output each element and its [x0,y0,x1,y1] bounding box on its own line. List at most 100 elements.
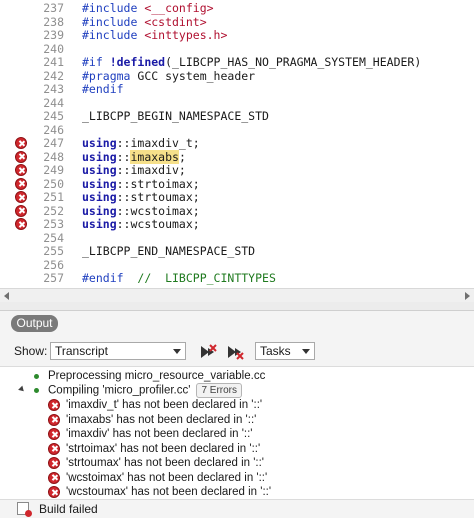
code-line[interactable]: 256 [0,257,474,273]
status-bar: Build failed [0,499,474,518]
scroll-right-icon[interactable] [465,292,470,300]
code-line[interactable]: 241 #if !defined(_LIBCPP_HAS_NO_PRAGMA_SY… [0,55,474,70]
error-message: 'strtoumax' has not been declared in '::… [66,457,265,469]
error-icon[interactable] [15,150,27,163]
list-item-text: Compiling 'micro_profiler.cc' [48,384,191,397]
error-message: 'wcstoumax' has not been declared in '::… [66,486,272,498]
show-select[interactable]: Transcript [50,342,186,360]
code-text: using::imaxabs; [82,149,186,165]
error-message: 'wcstoimax' has not been declared in '::… [66,471,268,484]
show-select-value: Transcript [55,344,108,358]
code-token: _LIBCPP_END_NAMESPACE_STD [82,244,256,258]
error-icon[interactable] [15,137,27,149]
code-line[interactable]: 237 #include <__config> [0,1,474,16]
error-icon[interactable] [15,191,27,203]
code-line[interactable]: 242 #pragma GCC system_header [0,68,474,84]
code-token: // LIBCPP_CINTTYPES [137,271,276,285]
code-line[interactable]: 244 [0,96,474,111]
error-row[interactable]: 'wcstoimax' has not been declared in '::… [0,471,474,485]
status-icon [34,388,39,393]
code-token: GCC system_header [137,68,256,83]
code-line[interactable]: 249 using::imaxdiv; [0,163,474,178]
code-line[interactable]: 248 using::imaxabs; [0,149,474,165]
tasks-select[interactable]: Tasks [255,342,315,360]
code-token: ; [178,149,186,164]
line-number: 238 [43,14,64,29]
expand-arrow-icon[interactable] [18,385,26,394]
code-line[interactable]: 239 #include <inttypes.h> [0,28,474,43]
code-token: using [82,176,117,191]
error-row[interactable]: 'imaxabs' has not been declared in '::' [0,413,474,427]
code-token: #endif [82,82,124,96]
code-text: using::imaxdiv; [82,163,186,178]
output-tree[interactable]: Preprocessing micro_resource_variable.cc… [0,366,474,500]
code-line[interactable]: 251 using::strtoumax; [0,190,474,205]
code-token: #pragma [82,68,138,83]
error-icon [48,399,60,411]
line-number: 255 [43,244,64,258]
code-line[interactable]: 252 using::wcstoimax; [0,204,474,219]
list-item[interactable]: Compiling 'micro_profiler.cc' 7 Errors [0,383,474,398]
info-icon [34,374,39,379]
error-row[interactable]: 'strtoumax' has not been declared in '::… [0,456,474,470]
code-token: _LIBCPP_BEGIN_NAMESPACE_STD [82,109,269,123]
line-number: 251 [43,190,64,204]
line-number: 253 [43,217,64,231]
scroll-left-icon[interactable] [4,292,9,300]
line-number: 248 [43,149,64,164]
code-line[interactable]: 254 [0,231,474,246]
line-number: 246 [43,122,64,137]
error-icon [48,486,60,498]
error-row[interactable]: 'strtoimax' has not been declared in '::… [0,442,474,456]
error-row[interactable]: 'wcstoumax' has not been declared in '::… [0,485,474,499]
code-token: ::imaxdiv; [116,163,186,177]
error-icon[interactable] [15,164,27,176]
error-count-badge: 7 Errors [196,383,242,398]
code-line[interactable]: 247 using::imaxdiv_t; [0,136,474,151]
previous-error-button[interactable] [224,342,246,362]
code-line[interactable]: 243 #endif [0,82,474,97]
code-line[interactable]: 245 _LIBCPP_BEGIN_NAMESPACE_STD [0,109,474,124]
next-error-button[interactable] [197,342,219,362]
code-text: _LIBCPP_END_NAMESPACE_STD [82,244,256,259]
code-token: using [82,163,117,177]
code-token: :: [116,149,131,164]
error-icon [48,442,60,455]
line-number: 237 [43,1,64,15]
error-row[interactable]: 'imaxdiv' has not been declared in '::' [0,427,474,441]
code-text: using::wcstoimax; [82,204,200,219]
line-number: 245 [43,109,64,123]
error-row[interactable]: 'imaxdiv_t' has not been declared in '::… [0,398,474,412]
code-token: using [82,190,117,204]
horizontal-scrollbar[interactable] [0,288,474,302]
code-line[interactable]: 257 #endif // LIBCPP_CINTTYPES [0,271,474,286]
line-number: 239 [43,28,64,42]
panel-splitter[interactable] [0,302,474,311]
code-line[interactable]: 253 using::wcstoumax; [0,217,474,232]
code-line[interactable]: 240 [0,42,474,57]
list-item[interactable]: Preprocessing micro_resource_variable.cc [0,369,474,383]
output-tab[interactable]: Output [11,315,58,332]
error-icon[interactable] [15,218,27,230]
line-number: 257 [43,271,64,285]
error-icon[interactable] [15,177,27,190]
code-token: !defined [109,55,166,69]
code-token: <__config> [144,1,214,15]
code-line[interactable]: 246 [0,122,474,138]
line-number: 247 [43,136,64,150]
error-icon[interactable] [15,204,27,217]
line-number: 256 [43,257,64,272]
code-token: ::strtoimax; [116,176,200,191]
code-line[interactable]: 250 using::strtoimax; [0,176,474,192]
code-text: using::imaxdiv_t; [82,136,200,151]
code-token: #include [82,14,145,29]
code-line[interactable]: 238 #include <cstdint> [0,14,474,30]
code-token: ::strtoumax; [116,190,200,204]
code-text: using::wcstoumax; [82,217,200,232]
line-number: 249 [43,163,64,177]
code-token: ::imaxdiv_t; [116,136,200,150]
line-number: 250 [43,176,64,191]
code-token: imaxabs [130,149,179,164]
code-line[interactable]: 255 _LIBCPP_END_NAMESPACE_STD [0,244,474,259]
code-editor[interactable]: 237 #include <__config> 238 #include <cstdi… [0,0,474,288]
